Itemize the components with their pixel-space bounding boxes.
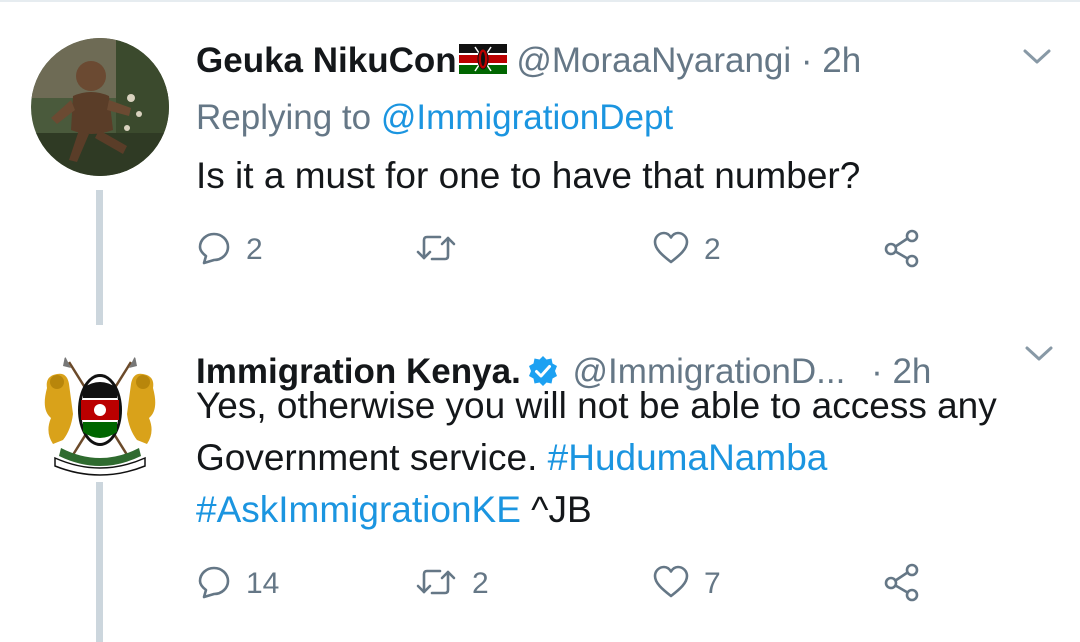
action-bar: 14 2 7 — [196, 562, 936, 606]
like-count: 7 — [704, 567, 721, 600]
replying-label: Replying to — [196, 98, 372, 137]
thread-line — [96, 190, 103, 325]
share-button[interactable] — [882, 562, 922, 606]
share-icon — [882, 228, 922, 273]
replying-handle-link[interactable]: @ImmigrationDept — [381, 98, 673, 137]
retweet-icon — [414, 564, 458, 605]
reply-button[interactable]: 2 — [196, 228, 263, 272]
avatar[interactable] — [31, 38, 169, 176]
tweet-reply-moraa[interactable]: Geuka NikuCon @MoraaNyarangi · 2h Replyi… — [0, 0, 1080, 330]
kenya-flag-icon — [458, 41, 507, 85]
like-icon — [652, 230, 690, 271]
retweet-count: 2 — [472, 567, 489, 600]
share-icon — [882, 562, 922, 607]
hashtag-link[interactable]: #HudumaNamba — [548, 437, 828, 478]
coat-of-arms-avatar[interactable] — [31, 348, 169, 486]
reply-count: 2 — [246, 233, 263, 266]
retweet-button[interactable] — [414, 228, 472, 272]
like-icon — [652, 564, 690, 605]
like-button[interactable]: 2 — [652, 228, 721, 272]
like-count: 2 — [704, 233, 721, 266]
display-name[interactable]: Geuka NikuCon — [196, 41, 457, 80]
separator: · — [800, 41, 813, 80]
reply-button[interactable]: 14 — [196, 562, 279, 606]
thread-line — [96, 482, 103, 642]
timestamp[interactable]: 2h — [822, 41, 861, 80]
signature: ^JB — [531, 489, 592, 530]
hashtag-link[interactable]: #AskImmigrationKE — [196, 489, 521, 530]
replying-to: Replying to @ImmigrationDept — [196, 96, 673, 140]
tweet-header: Geuka NikuCon @MoraaNyarangi · 2h — [196, 39, 861, 85]
tweet-reply-immigration[interactable]: Immigration Kenya. @ImmigrationD... · 2h… — [0, 330, 1080, 642]
chevron-down-icon[interactable] — [1022, 47, 1052, 72]
retweet-icon — [414, 230, 458, 271]
reply-count: 14 — [246, 567, 280, 600]
share-button[interactable] — [882, 228, 922, 272]
handle[interactable]: @MoraaNyarangi — [516, 41, 791, 80]
action-bar: 2 2 — [196, 228, 936, 272]
like-button[interactable]: 7 — [652, 562, 721, 606]
tweet-text: Is it a must for one to have that number… — [196, 155, 861, 196]
retweet-button[interactable]: 2 — [414, 562, 489, 606]
chevron-down-icon[interactable] — [1024, 344, 1054, 369]
tweet-text: Yes, otherwise you will not be able to a… — [196, 380, 1056, 536]
reply-icon — [196, 230, 232, 271]
reply-icon — [196, 564, 232, 605]
